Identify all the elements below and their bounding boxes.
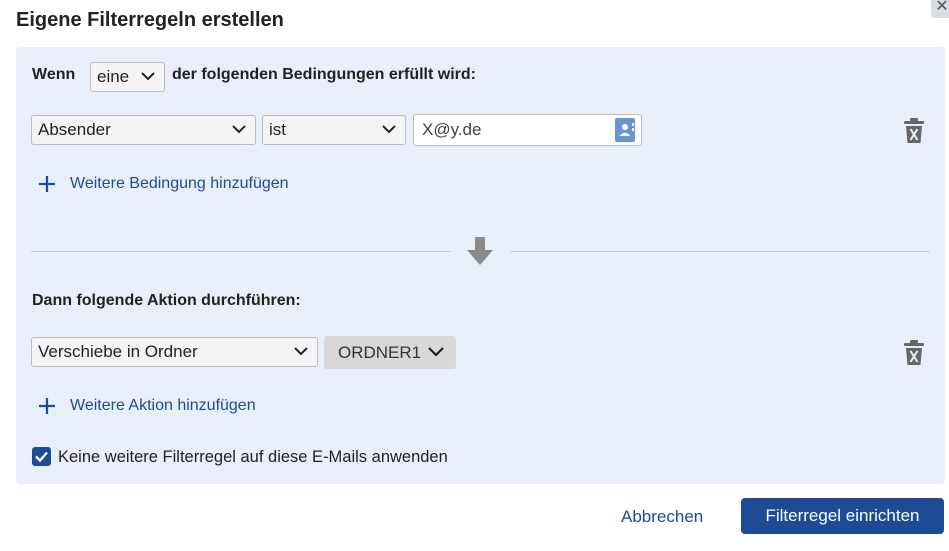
match-mode-value: eine — [97, 67, 130, 86]
folder-value: ORDNER1 — [338, 343, 422, 362]
plus-icon — [39, 176, 55, 192]
action-type-value: Verschiebe in Ordner — [38, 342, 198, 361]
actions-heading: Dann folgende Aktion durchführen: — [32, 292, 301, 309]
address-book-icon[interactable] — [615, 118, 635, 142]
add-action-label: Weitere Aktion hinzufügen — [70, 397, 256, 414]
chevron-down-icon — [141, 63, 157, 91]
filter-rule-dialog: Eigene Filterregeln erstellen ✕ Wenn ein… — [0, 0, 949, 551]
delete-condition-button[interactable] — [903, 118, 925, 144]
cancel-button[interactable]: Abbrechen — [621, 507, 703, 527]
delete-action-button[interactable] — [903, 340, 925, 366]
action-type-select[interactable]: Verschiebe in Ordner — [31, 337, 318, 367]
chevron-down-icon — [294, 338, 310, 366]
section-divider — [31, 251, 451, 252]
chevron-down-icon — [382, 116, 398, 144]
conditions-prefix: Wenn — [32, 66, 76, 83]
stop-rule-label: Keine weitere Filterregel auf diese E-Ma… — [58, 448, 448, 466]
checkmark-icon — [35, 451, 48, 463]
folder-select-button[interactable]: ORDNER1 — [324, 336, 456, 369]
trash-icon — [904, 118, 924, 143]
match-mode-select[interactable]: eine — [90, 62, 165, 92]
condition-field-select[interactable]: Absender — [31, 115, 256, 145]
close-button[interactable]: ✕ — [931, 0, 949, 18]
condition-value-input[interactable] — [413, 114, 642, 146]
add-condition-label: Weitere Bedingung hinzufügen — [70, 175, 289, 192]
stop-rule-checkbox[interactable] — [32, 447, 51, 466]
create-filter-button[interactable]: Filterregel einrichten — [741, 498, 944, 534]
condition-operator-select[interactable]: ist — [262, 115, 406, 145]
section-divider — [510, 251, 930, 252]
chevron-down-icon — [428, 347, 444, 357]
arrow-down-icon — [467, 237, 493, 265]
trash-icon — [904, 340, 924, 365]
add-action-link[interactable]: Weitere Aktion hinzufügen — [37, 396, 256, 416]
condition-operator-value: ist — [269, 120, 286, 139]
add-condition-link[interactable]: Weitere Bedingung hinzufügen — [37, 174, 289, 194]
conditions-suffix: der folgenden Bedingungen erfüllt wird: — [172, 66, 476, 83]
condition-field-value: Absender — [38, 120, 111, 139]
chevron-down-icon — [232, 116, 248, 144]
dialog-title: Eigene Filterregeln erstellen — [16, 9, 284, 31]
plus-icon — [39, 398, 55, 414]
rule-panel: Wenn eine der folgenden Bedingungen erfü… — [16, 47, 945, 484]
